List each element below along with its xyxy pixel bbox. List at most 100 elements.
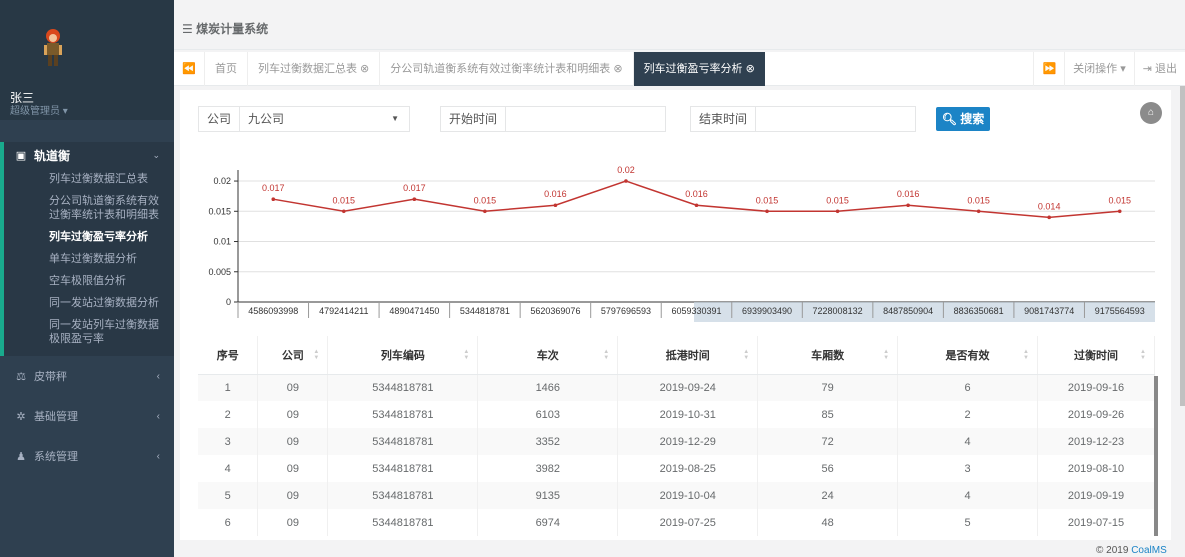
table-cell: 2019-07-15 bbox=[1037, 509, 1155, 536]
sort-icon[interactable]: ▲▼ bbox=[1023, 349, 1029, 361]
start-time-input[interactable] bbox=[506, 106, 667, 132]
nav-head-track-scale[interactable]: ▣ 轨道衡 ⌄ bbox=[4, 142, 174, 168]
sidebar-item-label: 皮带秤 bbox=[34, 371, 67, 383]
table-cell: 48 bbox=[757, 509, 899, 536]
data-label: 0.02 bbox=[617, 165, 635, 175]
sidebar-item-basic-management[interactable]: ✲ 基础管理 ‹ bbox=[0, 396, 174, 436]
column-header-label: 列车编码 bbox=[380, 349, 425, 362]
table-cell: 4 bbox=[897, 482, 1038, 509]
tab-home[interactable]: 首页 bbox=[204, 51, 247, 86]
company-label: 公司 bbox=[198, 106, 241, 132]
column-header[interactable]: 列车编码 ▲▼ bbox=[327, 336, 479, 375]
sort-icon[interactable]: ▲▼ bbox=[883, 349, 889, 361]
column-header-label: 公司 bbox=[281, 349, 304, 362]
column-header-label: 抵港时间 bbox=[665, 349, 710, 362]
table-scrollbar[interactable] bbox=[1154, 376, 1158, 536]
search-button[interactable]: 🔍︎ 搜索 bbox=[936, 107, 990, 131]
x-tick-label: 5620369076 bbox=[530, 306, 580, 316]
y-tick-label: 0.02 bbox=[213, 176, 231, 186]
tab-scroll-right-icon[interactable]: ⏩ bbox=[1033, 51, 1064, 86]
table-row[interactable]: 3 09 5344818781 3352 2019-12-29 72 4 2019-12-23 bbox=[198, 428, 1155, 455]
chevron-left-icon: ‹ bbox=[156, 450, 160, 462]
table-cell: 5 bbox=[198, 482, 259, 509]
sort-icon[interactable]: ▲▼ bbox=[463, 349, 469, 361]
column-header[interactable]: 是否有效 ▲▼ bbox=[897, 336, 1038, 375]
data-label: 0.017 bbox=[403, 183, 426, 193]
table-cell: 2019-12-23 bbox=[1037, 428, 1155, 455]
menu-icon[interactable]: ☰ bbox=[182, 22, 193, 36]
sidebar-subitem[interactable]: 同一发站过衡数据分析 bbox=[4, 292, 174, 314]
sidebar: 张三 超级管理员 ▾ ▣ 轨道衡 ⌄ 列车过衡数据汇总表 分公司轨道衡系统有效过衡… bbox=[0, 0, 174, 557]
column-header[interactable]: 车厢数 ▲▼ bbox=[757, 336, 899, 375]
table-cell: 3 bbox=[897, 455, 1038, 482]
table-row[interactable]: 1 09 5344818781 1466 2019-09-24 79 6 2019-09-16 bbox=[198, 374, 1155, 401]
table-cell: 5344818781 bbox=[327, 401, 479, 428]
table-cell: 1 bbox=[198, 374, 259, 401]
table-cell: 2 bbox=[198, 401, 259, 428]
table-cell: 2019-09-24 bbox=[617, 374, 759, 401]
y-tick-label: 0.005 bbox=[208, 267, 231, 277]
home-icon[interactable]: ⌂ bbox=[1140, 102, 1162, 124]
table-header-row: 序号 公司 ▲▼ 列车编码 ▲▼ 车次 ▲▼ 抵港时间 ▲▼ 车厢数 ▲▼ 是否有效 ▲▼ 过衡时间 ▲▼ bbox=[198, 336, 1155, 375]
column-header[interactable]: 序号 bbox=[198, 336, 259, 375]
tab-scroll-left-icon[interactable]: ⏪ bbox=[174, 62, 204, 75]
column-header[interactable]: 公司 ▲▼ bbox=[257, 336, 329, 375]
table-cell: 2019-08-25 bbox=[617, 455, 759, 482]
table-cell: 24 bbox=[757, 482, 899, 509]
sidebar-item-system-management[interactable]: ♟ 系统管理 ‹ bbox=[0, 436, 174, 476]
table-row[interactable]: 6 09 5344818781 6974 2019-07-25 48 5 2019-07-15 bbox=[198, 509, 1155, 536]
user-role-dropdown[interactable]: 超级管理员 ▾ bbox=[10, 102, 68, 117]
company-select[interactable]: 九公司 ▼ bbox=[240, 106, 411, 132]
table-cell: 1466 bbox=[477, 374, 619, 401]
sort-icon[interactable]: ▲▼ bbox=[313, 349, 319, 361]
table-cell: 5344818781 bbox=[327, 374, 479, 401]
avatar[interactable] bbox=[38, 28, 68, 68]
tab-branch-rate[interactable]: 分公司轨道衡系统有效过衡率统计表和明细表 ⊗ bbox=[379, 51, 632, 86]
data-point bbox=[1047, 215, 1051, 220]
nav-group-track-scale: ▣ 轨道衡 ⌄ 列车过衡数据汇总表 分公司轨道衡系统有效过衡率统计表和明细表 列车过… bbox=[0, 142, 174, 356]
table-cell: 2019-09-19 bbox=[1037, 482, 1155, 509]
sidebar-subitem[interactable]: 列车过衡盈亏率分析 bbox=[4, 226, 174, 248]
column-header[interactable]: 过衡时间 ▲▼ bbox=[1037, 336, 1155, 375]
sidebar-item-belt-scale[interactable]: ⚖ 皮带秤 ‹ bbox=[0, 356, 174, 396]
end-time-input[interactable] bbox=[756, 106, 917, 132]
table-row[interactable]: 2 09 5344818781 6103 2019-10-31 85 2 2019-09-26 bbox=[198, 401, 1155, 428]
column-header-label: 车次 bbox=[536, 349, 559, 362]
table-cell: 5344818781 bbox=[327, 482, 479, 509]
column-header[interactable]: 车次 ▲▼ bbox=[477, 336, 619, 375]
data-label: 0.017 bbox=[262, 183, 285, 193]
table-row[interactable]: 4 09 5344818781 3982 2019-08-25 56 3 2019-08-10 bbox=[198, 455, 1155, 482]
x-tick-label: 8487850904 bbox=[883, 306, 933, 316]
sidebar-subitem[interactable]: 列车过衡数据汇总表 bbox=[4, 168, 174, 190]
table-cell: 09 bbox=[257, 509, 329, 536]
column-header-label: 序号 bbox=[216, 349, 239, 362]
page-scrollbar[interactable] bbox=[1180, 86, 1185, 406]
x-tick-label: 8836350681 bbox=[954, 306, 1004, 316]
sort-icon[interactable]: ▲▼ bbox=[603, 349, 609, 361]
tab-train-summary[interactable]: 列车过衡数据汇总表 ⊗ bbox=[247, 51, 379, 86]
sidebar-subitem[interactable]: 单车过衡数据分析 bbox=[4, 248, 174, 270]
scale-icon: ⚖ bbox=[16, 370, 26, 383]
footer-brand: CoalMS bbox=[1131, 545, 1167, 556]
table-cell: 6103 bbox=[477, 401, 619, 428]
sidebar-subitem[interactable]: 空车极限值分析 bbox=[4, 270, 174, 292]
tab-profit-loss-analysis[interactable]: 列车过衡盈亏率分析 ⊗ bbox=[632, 51, 765, 86]
sidebar-subitem[interactable]: 分公司轨道衡系统有效过衡率统计表和明细表 bbox=[4, 190, 174, 226]
data-point bbox=[906, 203, 910, 208]
data-point bbox=[271, 197, 276, 201]
sort-icon[interactable]: ▲▼ bbox=[1140, 349, 1146, 361]
sidebar-subitem[interactable]: 同一发站列车过衡数据极限盈亏率 bbox=[4, 314, 174, 350]
table-row[interactable]: 5 09 5344818781 9135 2019-10-04 24 4 2019-09-19 bbox=[198, 482, 1155, 509]
column-header[interactable]: 抵港时间 ▲▼ bbox=[617, 336, 759, 375]
x-tick-label: 5344818781 bbox=[460, 306, 510, 316]
logout-button[interactable]: ⇥ 退出 bbox=[1133, 51, 1185, 86]
table-cell: 6 bbox=[897, 374, 1038, 401]
end-time-label: 结束时间 bbox=[690, 106, 757, 132]
sort-icon[interactable]: ▲▼ bbox=[743, 349, 749, 361]
close-operations-dropdown[interactable]: 关闭操作 ▾ bbox=[1064, 51, 1134, 86]
chevron-left-icon: ‹ bbox=[156, 370, 160, 382]
data-label: 0.016 bbox=[897, 189, 920, 199]
data-point bbox=[1117, 209, 1122, 214]
